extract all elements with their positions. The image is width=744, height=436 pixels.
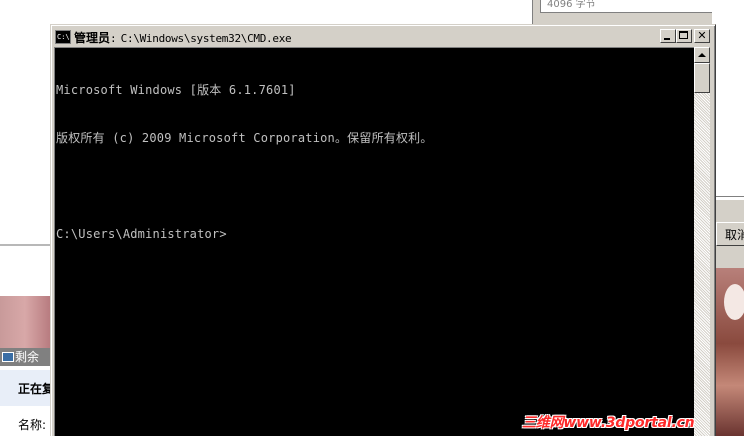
window-title: 管理员 : C:\Windows\system32\CMD.exe — [74, 29, 292, 46]
cancel-button[interactable]: 取消 — [716, 222, 744, 246]
cmd-titlebar[interactable]: C:\ 管理员 : C:\Windows\system32\CMD.exe ✕ — [54, 28, 710, 46]
background-photo-detail — [724, 284, 744, 320]
maximize-button[interactable] — [676, 29, 692, 43]
cmd-window[interactable]: C:\ 管理员 : C:\Windows\system32\CMD.exe ✕ … — [50, 24, 716, 436]
close-button[interactable]: ✕ — [694, 29, 710, 43]
copy-progress-label: 正在复 — [18, 382, 55, 396]
copy-dialog-title: 剩余 — [15, 350, 40, 364]
console-output[interactable]: Microsoft Windows [版本 6.1.7601] 版权所有 (c)… — [54, 47, 694, 436]
maximize-icon — [679, 31, 688, 39]
copy-dialog-icon — [2, 352, 14, 362]
console-prompt-line[interactable]: C:\Users\Administrator> — [56, 226, 694, 242]
close-icon: ✕ — [697, 29, 707, 42]
divider — [712, 196, 744, 197]
window-title-separator: : — [110, 31, 117, 45]
background-dialog-right-content — [712, 0, 744, 200]
desktop-screen: 4096 字节 取消 剩余 正在复 名称: C:\ 管理员 : C:\Windo… — [0, 0, 744, 436]
scroll-up-button[interactable] — [694, 47, 710, 63]
bytes-readout: 4096 字节 — [540, 0, 722, 13]
watermark-text: 三维网www.3dportal.cn — [522, 415, 695, 431]
minimize-icon — [664, 38, 670, 40]
divider — [0, 244, 50, 246]
minimize-button[interactable] — [660, 29, 676, 43]
copy-name-label: 名称: — [18, 418, 47, 432]
window-controls: ✕ — [660, 29, 710, 43]
console-line-copyright: 版权所有 (c) 2009 Microsoft Corporation。保留所有… — [56, 131, 433, 145]
window-title-admin: 管理员 — [74, 30, 111, 45]
background-photo-left — [0, 296, 50, 348]
console-line-version: Microsoft Windows [版本 6.1.7601] — [56, 83, 296, 97]
copy-dialog-titlebar[interactable]: 剩余 — [0, 348, 50, 366]
cmd-app-icon[interactable]: C:\ — [55, 30, 71, 44]
window-title-path: C:\Windows\system32\CMD.exe — [120, 31, 292, 45]
scrollbar-thumb[interactable] — [694, 63, 710, 93]
vertical-scrollbar[interactable] — [694, 47, 710, 436]
arrow-up-icon — [698, 53, 706, 57]
console-prompt: C:\Users\Administrator> — [56, 227, 227, 241]
